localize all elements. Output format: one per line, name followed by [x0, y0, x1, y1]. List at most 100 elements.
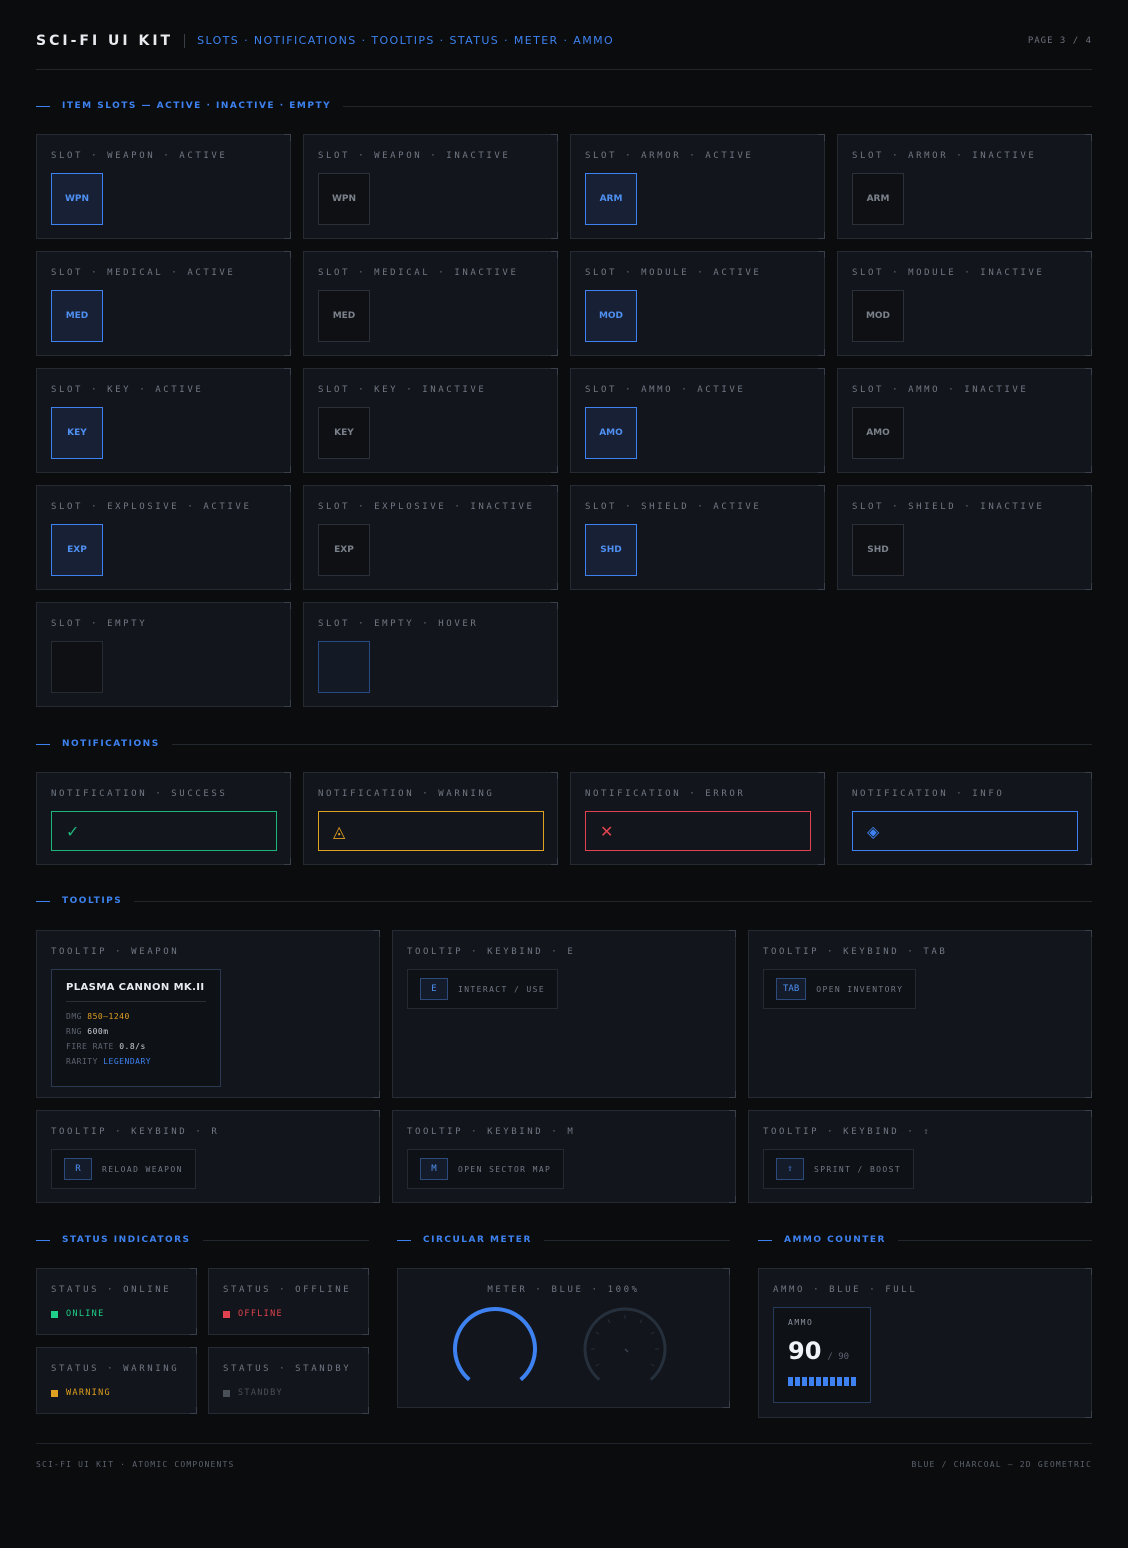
- slot-label: SLOT · AMMO · ACTIVE: [585, 385, 746, 395]
- stat-value: LEGENDARY: [103, 1057, 152, 1066]
- key-cap: TAB: [776, 978, 807, 1000]
- keybind-tooltip[interactable]: TAB OPEN INVENTORY: [763, 969, 917, 1009]
- meter-ticks: [591, 1315, 659, 1367]
- section-title: NOTIFICATIONS: [62, 739, 160, 749]
- meter-needle: [624, 1348, 629, 1353]
- status-indicator: STANDBY: [223, 1388, 283, 1398]
- status-dot-icon: [223, 1389, 230, 1397]
- ammo-segment: [788, 1377, 793, 1386]
- notification-card: NOTIFICATION · INFO ◈: [837, 772, 1092, 865]
- slot-card: SLOT · WEAPON · ACTIVE WPN: [36, 134, 291, 239]
- section-header-tooltips: TOOLTIPS: [36, 894, 1092, 908]
- keybind-tooltip[interactable]: M OPEN SECTOR MAP: [407, 1149, 565, 1189]
- card-label: METER · BLUE · 100%: [487, 1285, 640, 1295]
- slot-code: EXP: [334, 545, 354, 555]
- status-label: STATUS · ONLINE: [51, 1285, 172, 1295]
- item-slot[interactable]: [318, 641, 370, 693]
- status-label: STATUS · WARNING: [51, 1364, 180, 1374]
- slot-label: SLOT · ARMOR · INACTIVE: [852, 151, 1037, 161]
- status-indicator: ONLINE: [51, 1309, 105, 1319]
- item-slot[interactable]: ARM: [585, 173, 637, 225]
- status-dot-icon: [51, 1389, 58, 1397]
- slot-code: EXP: [67, 545, 87, 555]
- keybind-label: TOOLTIP · KEYBIND · ⇧: [763, 1127, 932, 1137]
- item-slot[interactable]: MED: [318, 290, 370, 342]
- slot-label: SLOT · WEAPON · INACTIVE: [318, 151, 511, 161]
- status-text: OFFLINE: [238, 1309, 283, 1319]
- ammo-segment: [809, 1377, 814, 1386]
- notification-label: NOTIFICATION · INFO: [852, 789, 1005, 799]
- item-slot[interactable]: AMO: [585, 407, 637, 459]
- item-slot[interactable]: EXP: [318, 524, 370, 576]
- item-slot[interactable]: MED: [51, 290, 103, 342]
- status-dot-icon: [51, 1310, 58, 1318]
- key-action: INTERACT / USE: [458, 984, 546, 994]
- section-title: TOOLTIPS: [62, 896, 123, 906]
- notification-toast[interactable]: ◬: [318, 811, 544, 851]
- key-action: OPEN INVENTORY: [816, 984, 904, 994]
- notification-toast[interactable]: ◈: [852, 811, 1078, 851]
- weapon-name: PLASMA CANNON MK.II: [66, 982, 206, 1002]
- status-dot-icon: [223, 1310, 230, 1318]
- ammo-counter: AMMO 90 / 90: [773, 1307, 871, 1403]
- status-card: STATUS · STANDBY STANDBY: [208, 1347, 369, 1414]
- status-card: STATUS · OFFLINE OFFLINE: [208, 1268, 369, 1335]
- warning-icon: ◬: [333, 821, 346, 841]
- section-title: AMMO COUNTER: [784, 1235, 886, 1245]
- stat-value: 850–1240: [87, 1012, 130, 1021]
- ammo-counter-card: AMMO · BLUE · FULL AMMO 90 / 90: [758, 1268, 1092, 1418]
- stat-key: RNG: [66, 1027, 82, 1036]
- meter-tick: [595, 1363, 600, 1367]
- ammo-segment: [837, 1377, 842, 1386]
- keybind-card: TOOLTIP · KEYBIND · R R RELOAD WEAPON: [36, 1110, 380, 1203]
- ammo-segment: [795, 1377, 800, 1386]
- section-title: STATUS INDICATORS: [62, 1235, 191, 1245]
- slot-code: MED: [332, 311, 356, 321]
- error-icon: ✕: [600, 821, 614, 841]
- stat-key: DMG: [66, 1012, 82, 1021]
- slot-code: AMO: [866, 428, 890, 438]
- ammo-bar: [788, 1377, 856, 1386]
- item-slot[interactable]: MOD: [852, 290, 904, 342]
- item-slot[interactable]: WPN: [51, 173, 103, 225]
- item-slot[interactable]: [51, 641, 103, 693]
- item-slot[interactable]: KEY: [51, 407, 103, 459]
- meter-arc-fill: [453, 1306, 537, 1382]
- keybind-tooltip[interactable]: E INTERACT / USE: [407, 969, 559, 1009]
- keybind-label: TOOLTIP · KEYBIND · E: [407, 947, 576, 957]
- slot-card: SLOT · ARMOR · ACTIVE ARM: [570, 134, 825, 239]
- section-title: ITEM SLOTS — ACTIVE · INACTIVE · EMPTY: [62, 101, 332, 111]
- check-icon: ✓: [66, 821, 80, 841]
- notification-toast[interactable]: ✕: [585, 811, 811, 851]
- keybind-tooltip[interactable]: R RELOAD WEAPON: [51, 1149, 196, 1189]
- slot-card: SLOT · MODULE · ACTIVE MOD: [570, 251, 825, 356]
- slot-code: ARM: [866, 194, 890, 204]
- notification-label: NOTIFICATION · SUCCESS: [51, 789, 228, 799]
- item-slot[interactable]: MOD: [585, 290, 637, 342]
- item-slot[interactable]: SHD: [852, 524, 904, 576]
- item-slot[interactable]: KEY: [318, 407, 370, 459]
- weapon-stat: DMG 850–1240: [66, 1012, 206, 1021]
- item-slot[interactable]: AMO: [852, 407, 904, 459]
- item-slot[interactable]: SHD: [585, 524, 637, 576]
- item-slot[interactable]: WPN: [318, 173, 370, 225]
- section-title: CIRCULAR METER: [423, 1235, 532, 1245]
- slot-label: SLOT · MODULE · ACTIVE: [585, 268, 762, 278]
- section-header-status: STATUS INDICATORS: [36, 1233, 369, 1247]
- notification-toast[interactable]: ✓: [51, 811, 277, 851]
- slot-card: SLOT · EMPTY · HOVER: [303, 602, 558, 707]
- item-slot[interactable]: EXP: [51, 524, 103, 576]
- section-header-meter: CIRCULAR METER: [397, 1233, 730, 1247]
- slot-card: SLOT · AMMO · INACTIVE AMO: [837, 368, 1092, 473]
- ammo-segment: [844, 1377, 849, 1386]
- header-divider: [184, 34, 186, 48]
- keybind-card: TOOLTIP · KEYBIND · ⇧ ⇧ SPRINT / BOOST: [748, 1110, 1092, 1203]
- keybind-card: TOOLTIP · KEYBIND · TAB TAB OPEN INVENTORY: [748, 930, 1092, 1098]
- keybind-tooltip[interactable]: ⇧ SPRINT / BOOST: [763, 1149, 915, 1189]
- notification-card: NOTIFICATION · SUCCESS ✓: [36, 772, 291, 865]
- slot-card: SLOT · KEY · ACTIVE KEY: [36, 368, 291, 473]
- slot-card: SLOT · EXPLOSIVE · INACTIVE EXP: [303, 485, 558, 590]
- ammo-segment: [816, 1377, 821, 1386]
- status-indicator: WARNING: [51, 1388, 111, 1398]
- item-slot[interactable]: ARM: [852, 173, 904, 225]
